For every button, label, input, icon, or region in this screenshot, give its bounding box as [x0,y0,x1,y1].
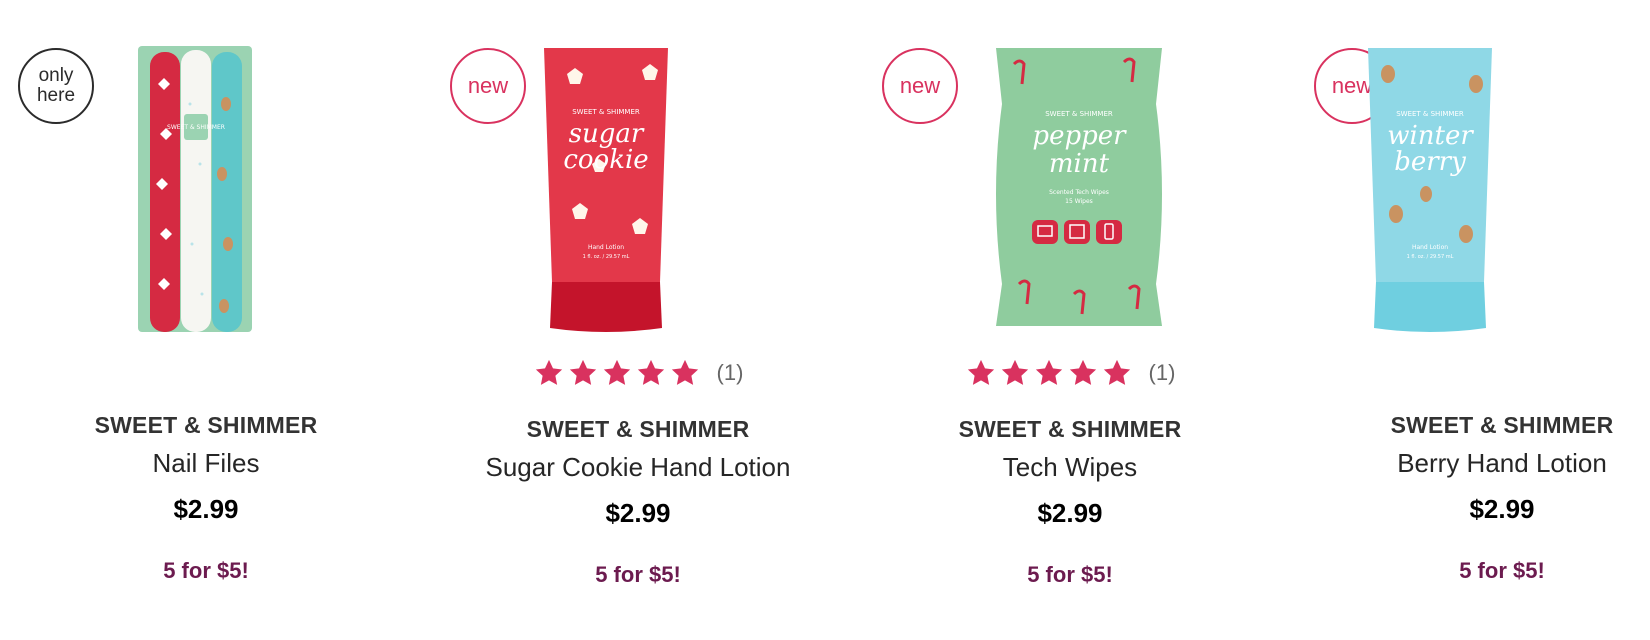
product-name[interactable]: Nail Files [0,448,412,479]
product-card[interactable]: new SWEET & SHIMMER winter berry Hand Lo… [1296,0,1650,640]
rating[interactable]: (1) [864,358,1276,388]
image-brand-label: SWEET & SHIMMER [167,124,225,131]
star-icon [569,359,596,385]
star-icon [1035,359,1062,385]
star-rating [533,358,701,388]
product-price: $2.99 [1469,494,1535,524]
promo-offer[interactable]: 5 for $5! [0,558,412,584]
star-icon [671,359,698,385]
product-grid: only here SWEET & SHIMMER SWEET & SHIMME… [0,0,1650,640]
product-name[interactable]: Sugar Cookie Hand Lotion [432,452,844,483]
product-name[interactable]: Berry Hand Lotion [1296,448,1650,479]
product-image-sugar-cookie-lotion[interactable]: SWEET & SHIMMER sugar cookie Hand Lotion… [492,44,792,349]
image-title-line2: cookie [563,145,648,175]
star-icon [603,359,630,385]
product-brand[interactable]: SWEET & SHIMMER [864,416,1276,443]
promo-offer[interactable]: 5 for $5! [1296,558,1650,584]
image-brand-label: SWEET & SHIMMER [1045,110,1113,118]
product-price: $2.99 [173,494,239,524]
product-card[interactable]: new SWEET & SHIMMER sugar cookie Hand Lo… [432,0,844,640]
product-price: $2.99 [605,498,671,528]
product-card[interactable]: new SWEET & SHIMMER pepper mint Scented … [864,0,1276,640]
star-rating [965,358,1133,388]
review-count[interactable]: (1) [1149,360,1176,386]
image-subtitle: Scented Tech Wipes [1049,189,1109,196]
promo-offer[interactable]: 5 for $5! [864,562,1276,588]
image-title-line2: berry [1394,147,1466,177]
product-image-tech-wipes[interactable]: SWEET & SHIMMER pepper mint Scented Tech… [924,44,1224,349]
product-name[interactable]: Tech Wipes [864,452,1276,483]
star-icon [967,359,994,385]
image-volume: 1 fl. oz. / 29.57 mL [1407,254,1454,260]
image-product-type: Hand Lotion [1412,244,1448,251]
product-image-berry-lotion[interactable]: SWEET & SHIMMER winter berry Hand Lotion… [1356,44,1650,349]
product-card[interactable]: only here SWEET & SHIMMER SWEET & SHIMME… [0,0,412,640]
image-product-type: Hand Lotion [588,244,624,251]
image-title-line2: mint [1049,149,1110,179]
image-count: 15 Wipes [1065,198,1093,205]
rating[interactable]: (1) [432,358,844,388]
product-image-nail-files[interactable]: SWEET & SHIMMER [60,44,360,349]
image-title-line1: pepper [1032,121,1127,151]
product-price: $2.99 [1037,498,1103,528]
star-icon [535,359,562,385]
image-volume: 1 fl. oz. / 29.57 mL [583,254,630,260]
product-brand[interactable]: SWEET & SHIMMER [1296,412,1650,439]
product-brand[interactable]: SWEET & SHIMMER [432,416,844,443]
star-icon [637,359,664,385]
star-icon [1103,359,1130,385]
review-count[interactable]: (1) [717,360,744,386]
image-brand-label: SWEET & SHIMMER [572,108,640,116]
star-icon [1001,359,1028,385]
image-brand-label: SWEET & SHIMMER [1396,110,1464,118]
promo-offer[interactable]: 5 for $5! [432,562,844,588]
star-icon [1069,359,1096,385]
product-brand[interactable]: SWEET & SHIMMER [0,412,412,439]
